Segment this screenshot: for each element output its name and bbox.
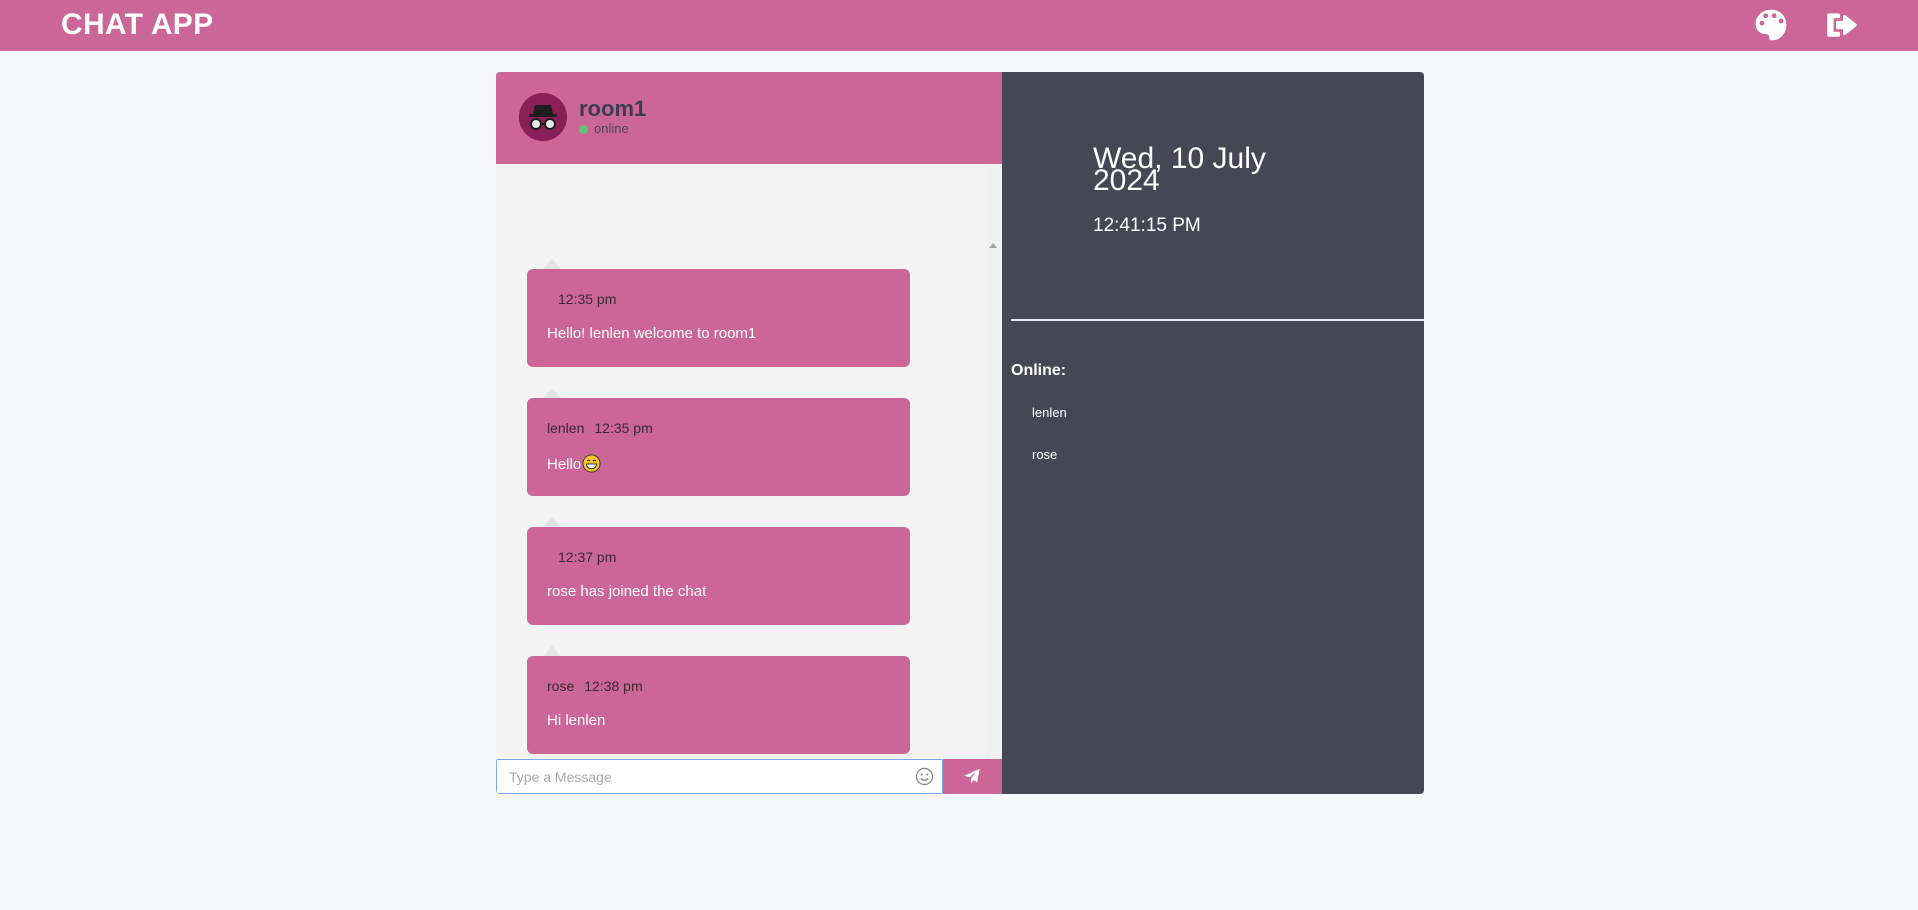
message-list[interactable]: 12:35 pm Hello! lenlen welcome to room1 … xyxy=(496,164,1002,794)
paper-plane-icon xyxy=(964,768,980,784)
message-meta: 12:35 pm xyxy=(547,291,616,307)
sign-out-icon[interactable] xyxy=(1826,8,1860,42)
room-name: room1 xyxy=(579,96,647,121)
message-text: rose has joined the chat xyxy=(547,583,707,600)
online-user-item: rose xyxy=(1032,447,1058,462)
message-time: 12:35 pm xyxy=(594,420,653,436)
message-meta: 12:37 pm xyxy=(547,549,616,565)
message-meta: rose 12:38 pm xyxy=(547,678,643,694)
message-meta: lenlen 12:35 pm xyxy=(547,420,653,436)
chat-panel: room1 online 12:35 pm Hello! lenlen welc… xyxy=(496,72,1002,794)
online-status-dot xyxy=(579,125,588,134)
message-text: Hello xyxy=(547,456,582,473)
message-text: Hi lenlen xyxy=(547,712,606,729)
message-text-row: Hello xyxy=(547,454,601,473)
app-title: CHAT APP xyxy=(61,8,214,41)
message-time: 12:35 pm xyxy=(558,291,617,307)
info-divider xyxy=(1011,319,1424,321)
app-header: CHAT APP xyxy=(0,0,1918,51)
scroll-up-arrow-icon[interactable] xyxy=(989,243,997,248)
message-time: 12:38 pm xyxy=(584,678,643,694)
message-time: 12:37 pm xyxy=(558,549,617,565)
send-button[interactable] xyxy=(943,759,1002,794)
message-scrollbar[interactable] xyxy=(985,164,1002,794)
chat-header: room1 online xyxy=(496,72,1002,164)
grinning-face-emoji-icon xyxy=(582,454,601,473)
online-user-item: lenlen xyxy=(1032,405,1067,420)
message-text: Hello! lenlen welcome to room1 xyxy=(547,325,757,342)
message-sender: rose xyxy=(547,678,575,694)
message-bubble: lenlen 12:35 pm Hello xyxy=(527,388,910,496)
message-bubble: 12:37 pm rose has joined the chat xyxy=(527,517,910,625)
message-bubble: 12:35 pm Hello! lenlen welcome to room1 xyxy=(527,259,910,367)
current-date: Wed, 10 July 2024 xyxy=(1093,142,1266,197)
room-status: online xyxy=(594,121,629,136)
message-sender: lenlen xyxy=(547,420,585,436)
info-panel: Wed, 10 July 2024 12:41:15 PM Online: le… xyxy=(1002,72,1424,794)
message-composer xyxy=(496,759,1002,794)
message-input[interactable] xyxy=(496,759,943,794)
online-users-title: Online: xyxy=(1011,362,1067,379)
current-time: 12:41:15 PM xyxy=(1093,215,1201,236)
incognito-avatar-icon xyxy=(519,93,567,141)
emoji-picker-icon[interactable] xyxy=(915,767,934,786)
message-bubble: rose 12:38 pm Hi lenlen xyxy=(527,646,910,754)
palette-icon[interactable] xyxy=(1754,8,1788,42)
